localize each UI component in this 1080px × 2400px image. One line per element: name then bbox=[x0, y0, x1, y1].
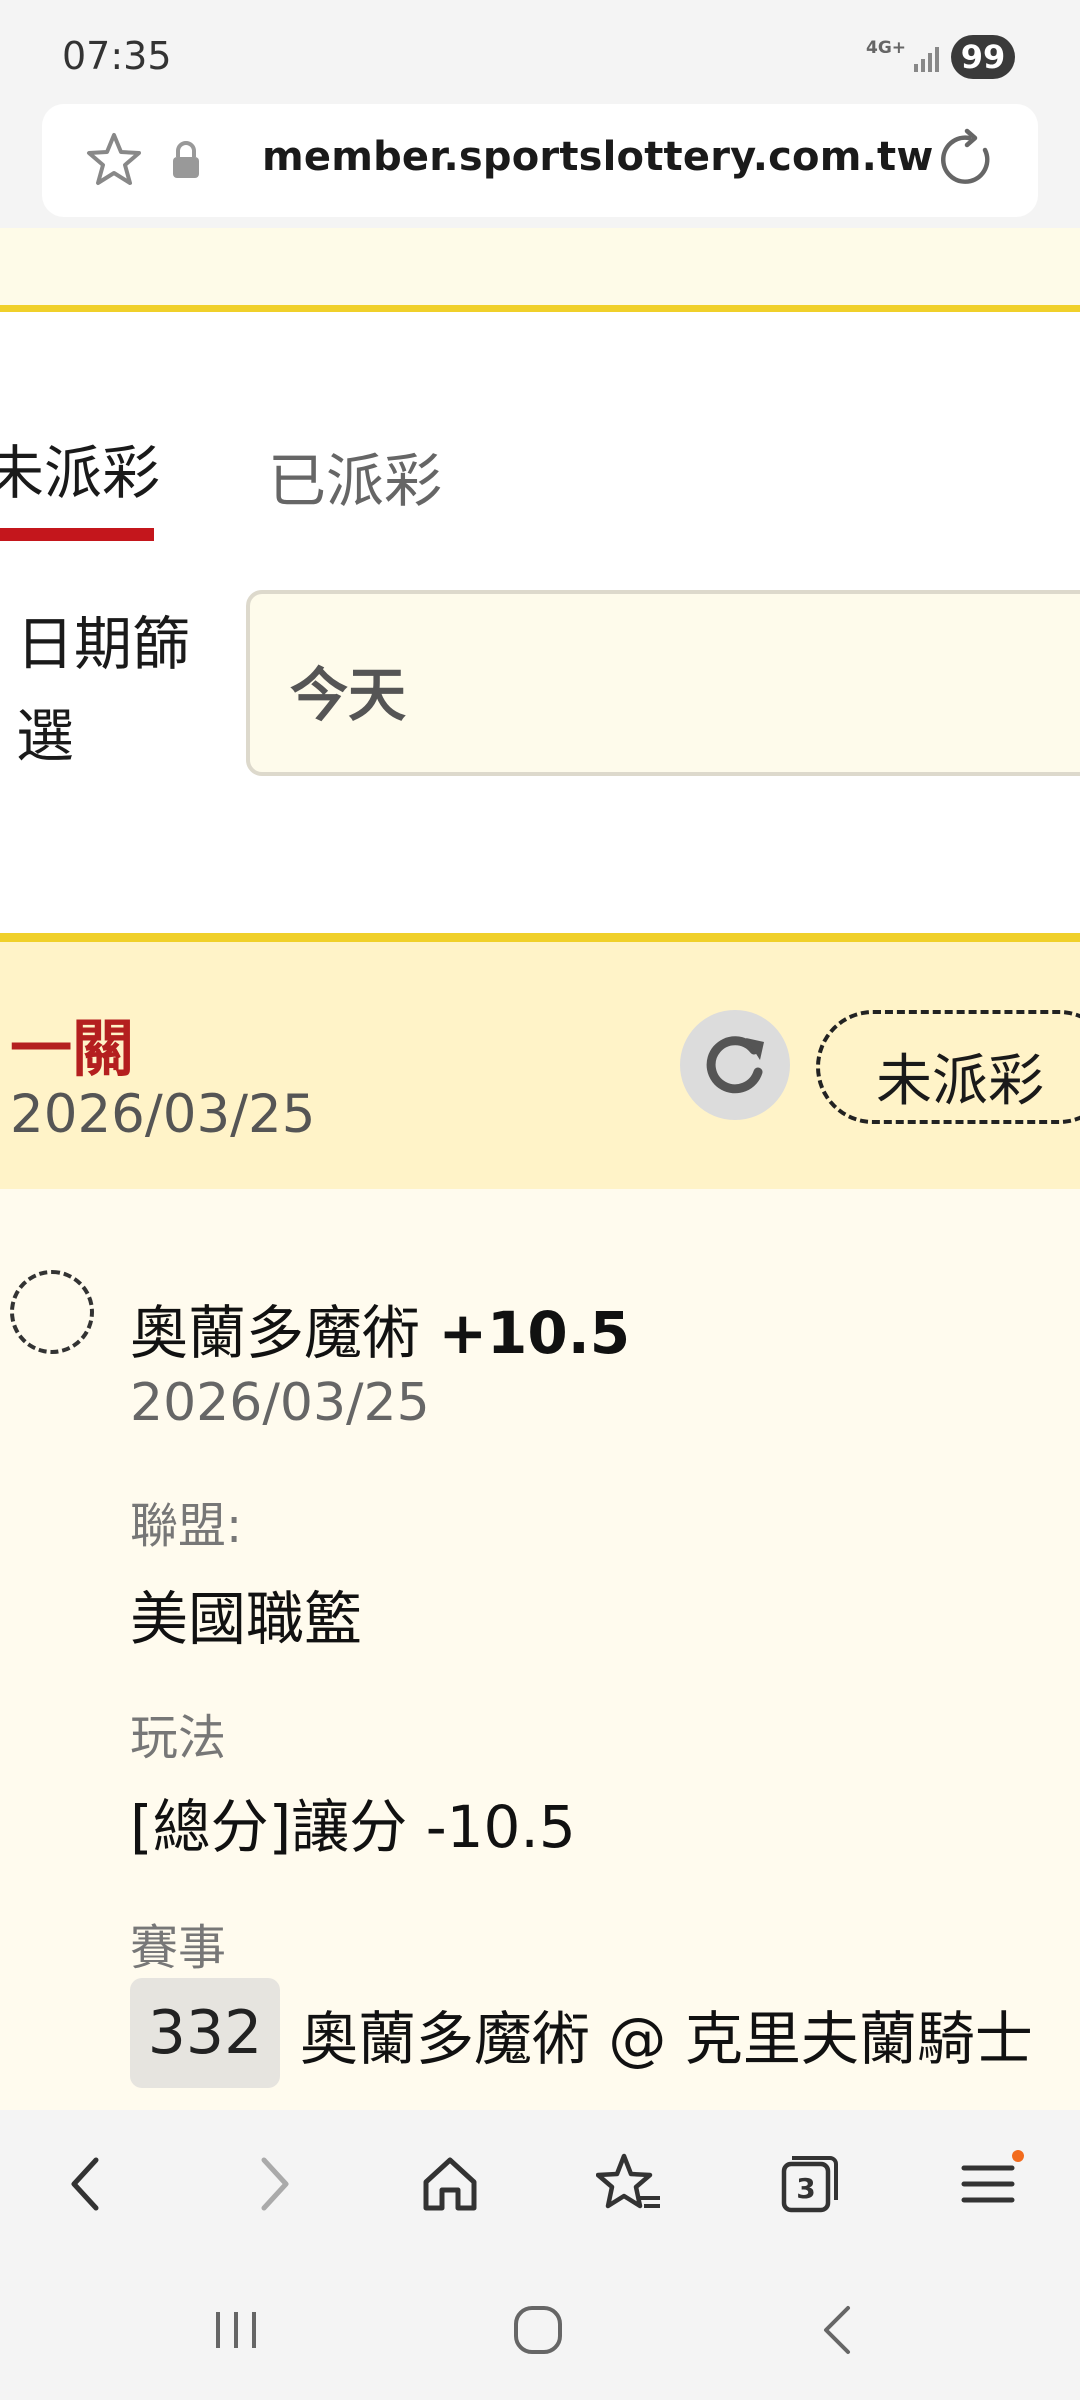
tab-paid[interactable]: 已派彩 bbox=[268, 434, 442, 518]
back-icon[interactable] bbox=[54, 2150, 122, 2218]
hamburger-icon bbox=[961, 2150, 1024, 2203]
url-text[interactable]: member.sportslottery.com.tw bbox=[262, 134, 933, 180]
tabs-count: 3 bbox=[796, 2172, 816, 2205]
refresh-icon bbox=[706, 1036, 764, 1094]
forward-icon[interactable] bbox=[238, 2150, 306, 2218]
lock-icon[interactable] bbox=[169, 140, 203, 180]
top-banner bbox=[0, 228, 1080, 312]
event-number-badge: 332 bbox=[130, 1978, 280, 2088]
status-time: 07:35 bbox=[62, 34, 172, 78]
selection-line: +10.5 bbox=[438, 1299, 631, 1367]
divider bbox=[0, 933, 1080, 942]
signal-icon bbox=[914, 47, 939, 72]
recents-icon[interactable] bbox=[206, 2300, 266, 2360]
play-value: [總分]讓分 -10.5 bbox=[130, 1793, 576, 1861]
battery-badge: 99 bbox=[951, 35, 1015, 79]
selection-date: 2026/03/25 bbox=[130, 1373, 430, 1433]
reload-icon[interactable] bbox=[938, 128, 996, 192]
league-value: 美國職籃 bbox=[130, 1585, 363, 1653]
selection-status-circle bbox=[10, 1270, 94, 1354]
refresh-button[interactable] bbox=[680, 1010, 790, 1120]
bet-date: 2026/03/25 bbox=[10, 1084, 316, 1145]
active-tab-indicator bbox=[0, 528, 154, 541]
play-label: 玩法 bbox=[130, 1710, 227, 1766]
selection-title: 奧蘭多魔術 +10.5 bbox=[130, 1286, 630, 1370]
status-badge-text: 未派彩 bbox=[876, 1049, 1044, 1114]
tabs-icon[interactable]: 3 bbox=[774, 2150, 842, 2218]
tab-unpaid[interactable]: 未派彩 bbox=[0, 426, 160, 510]
star-icon[interactable] bbox=[84, 130, 144, 190]
bookmarks-icon[interactable] bbox=[596, 2150, 664, 2218]
event-label: 賽事 bbox=[130, 1920, 227, 1976]
home-nav-icon[interactable] bbox=[508, 2300, 568, 2360]
date-filter-label: 日期篩選 bbox=[16, 610, 191, 770]
date-filter-value[interactable]: 今天 bbox=[290, 648, 406, 732]
home-icon[interactable] bbox=[416, 2150, 484, 2218]
league-label: 聯盟: bbox=[130, 1498, 243, 1554]
network-indicator: 4G+ bbox=[866, 38, 907, 58]
back-nav-icon[interactable] bbox=[808, 2300, 868, 2360]
selection-team: 奧蘭多魔術 bbox=[130, 1299, 421, 1367]
web-page: 未派彩 已派彩 日期篩選 今天 一關 2026/03/25 未派彩 奧蘭多魔術 … bbox=[0, 228, 1080, 2110]
bet-type-title: 一關 bbox=[10, 1012, 135, 1085]
menu-icon[interactable] bbox=[956, 2150, 1024, 2218]
event-name: 奧蘭多魔術 @ 克里夫蘭騎士 bbox=[300, 2005, 1033, 2073]
browser-toolbar bbox=[0, 2110, 1080, 2250]
